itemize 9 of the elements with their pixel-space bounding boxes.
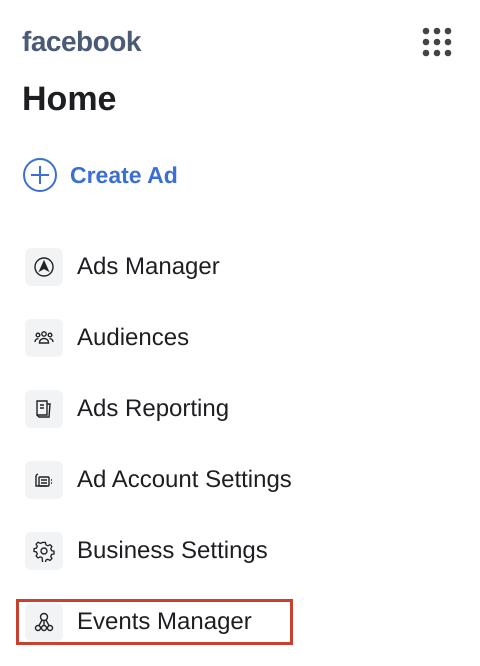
menu-item[interactable]: Business Settings xyxy=(16,528,293,574)
menu-item[interactable]: Ad Account Settings xyxy=(16,457,295,503)
logo: facebook xyxy=(22,26,141,58)
create-ad-button[interactable]: Create Ad xyxy=(22,157,178,193)
menu-item[interactable]: Ads Manager xyxy=(16,244,293,290)
menu-item[interactable]: Events Manager xyxy=(16,599,293,645)
page-title: Home xyxy=(22,80,118,119)
menu-item[interactable]: Audiences xyxy=(16,315,293,361)
menu-item[interactable]: Ads Reporting xyxy=(16,386,293,432)
